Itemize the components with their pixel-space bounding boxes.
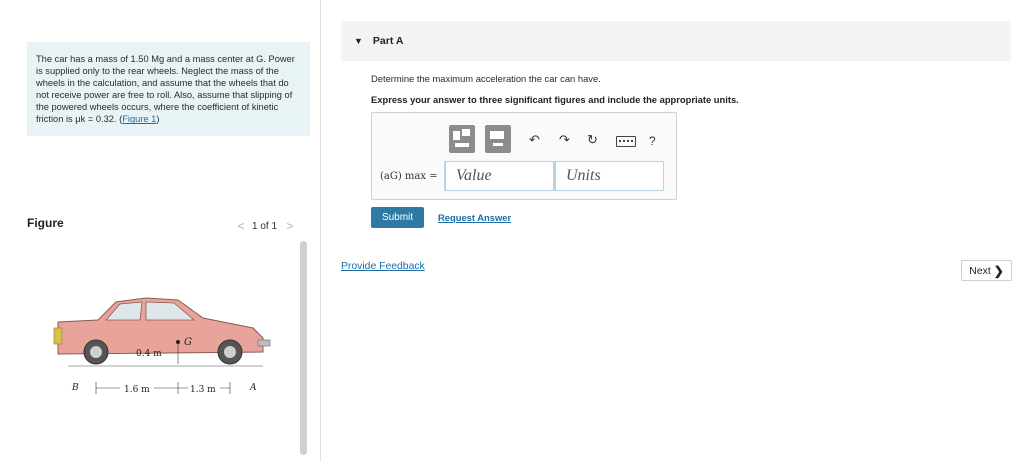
- submit-button[interactable]: Submit: [371, 207, 424, 228]
- undo-icon[interactable]: ↶: [529, 133, 540, 147]
- part-title: Part A: [372, 35, 404, 47]
- next-button[interactable]: Next ❯: [961, 260, 1012, 281]
- problem-statement: The car has a mass of 1.50 Mg and a mass…: [27, 42, 310, 136]
- figure-navigation: < 1 of 1 >: [234, 218, 297, 234]
- car-rear-bumper: [53, 327, 63, 345]
- figure-title: Figure: [27, 216, 64, 230]
- provide-feedback-link[interactable]: Provide Feedback: [341, 261, 425, 272]
- problem-text-end: ): [156, 114, 160, 125]
- column-divider: [320, 0, 321, 461]
- redo-icon[interactable]: ↷: [559, 133, 570, 147]
- units-input[interactable]: [554, 161, 664, 191]
- answer-box: ↶ ↷ ↻ ? (aG) max =: [371, 112, 677, 200]
- figure-next-button[interactable]: >: [283, 219, 297, 233]
- figure-link[interactable]: Figure 1: [122, 114, 156, 124]
- rear-wheel: [83, 339, 109, 365]
- units-templates-button[interactable]: [485, 125, 511, 153]
- point-a-label: A: [249, 383, 257, 393]
- instruction-text: Express your answer to three significant…: [371, 94, 739, 105]
- car-front-bumper: [257, 339, 271, 347]
- center-of-mass-label: G: [184, 337, 192, 348]
- collapse-caret-icon[interactable]: ▼: [354, 36, 363, 46]
- keyboard-icon[interactable]: [616, 136, 636, 147]
- center-of-mass-dot: [176, 340, 180, 344]
- figure-counter: 1 of 1: [252, 220, 278, 232]
- front-wheel: [217, 339, 243, 365]
- reset-icon[interactable]: ↻: [587, 133, 598, 147]
- request-answer-link[interactable]: Request Answer: [438, 212, 511, 223]
- height-label: 0.4 m: [136, 349, 162, 359]
- part-a-header[interactable]: ▼ Part A: [341, 21, 1011, 61]
- point-b-label: B: [71, 383, 79, 393]
- figure-scrollbar-thumb[interactable]: [300, 241, 307, 455]
- help-icon[interactable]: ?: [649, 134, 656, 148]
- answer-label: (aG) max =: [380, 171, 438, 182]
- chevron-right-icon: ❯: [993, 263, 1004, 278]
- next-label: Next: [969, 264, 991, 277]
- question-text: Determine the maximum acceleration the c…: [371, 73, 601, 84]
- problem-text: The car has a mass of 1.50 Mg and a mass…: [36, 54, 295, 125]
- figure-scrollbar[interactable]: [299, 241, 308, 459]
- templates-button[interactable]: [449, 125, 475, 153]
- distance-rear-label: 1.6 m: [124, 385, 150, 395]
- distance-front-label: 1.3 m: [190, 385, 216, 395]
- figure-prev-button[interactable]: <: [234, 219, 248, 233]
- value-input[interactable]: [444, 161, 554, 191]
- car-figure: 0.4 m G 1.6 m 1.3 m B A: [53, 297, 271, 395]
